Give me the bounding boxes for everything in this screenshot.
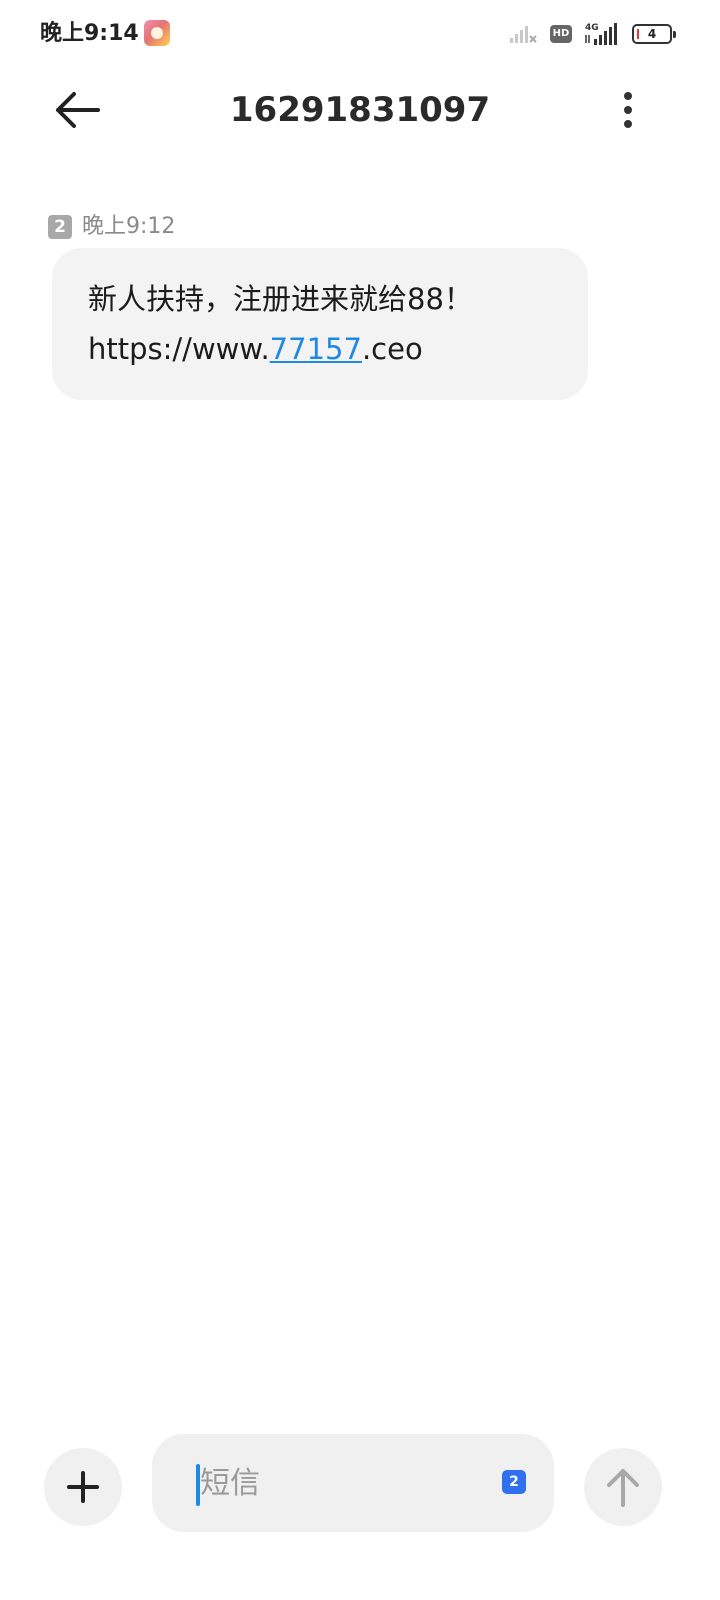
sim-slot-badge: 2 — [48, 215, 72, 239]
message-timestamp: 晚上9:12 — [82, 214, 176, 239]
app-notification-icon — [144, 20, 170, 46]
signal-4g-icon: 4G — [584, 21, 620, 47]
more-options-button[interactable] — [608, 86, 648, 134]
battery-icon: 4 — [632, 24, 676, 44]
status-time: 晚上9:14 — [40, 21, 139, 46]
status-bar: 晚上9:14 HD 4G 4 — [0, 0, 720, 68]
url-suffix: .ceo — [361, 332, 423, 366]
message-text-line: 新人扶持，注册进来就给88！ — [88, 282, 473, 316]
message-meta: 2 晚上9:12 — [48, 212, 175, 242]
signal-no-service-icon — [510, 23, 538, 45]
message-composer[interactable]: 2 — [152, 1434, 554, 1532]
add-attachment-button[interactable] — [44, 1448, 122, 1526]
message-input[interactable] — [200, 1458, 480, 1508]
sim-select-button[interactable]: 2 — [502, 1470, 526, 1494]
svg-text:4G: 4G — [585, 23, 599, 33]
arrow-up-icon — [607, 1469, 639, 1507]
battery-level: 4 — [647, 27, 657, 41]
message-url-line: https://www.77157.ceo — [88, 324, 552, 374]
plus-icon — [67, 1471, 99, 1503]
url-prefix: https://www. — [88, 332, 270, 366]
send-button[interactable] — [584, 1448, 662, 1526]
more-vertical-icon — [624, 92, 632, 128]
message-link[interactable]: 77157 — [270, 332, 362, 366]
message-bubble[interactable]: 新人扶持，注册进来就给88！ https://www.77157.ceo — [52, 248, 588, 400]
conversation-header: 16291831097 — [0, 70, 720, 150]
hd-badge: HD — [550, 25, 572, 43]
status-indicators: HD 4G 4 — [510, 18, 676, 50]
